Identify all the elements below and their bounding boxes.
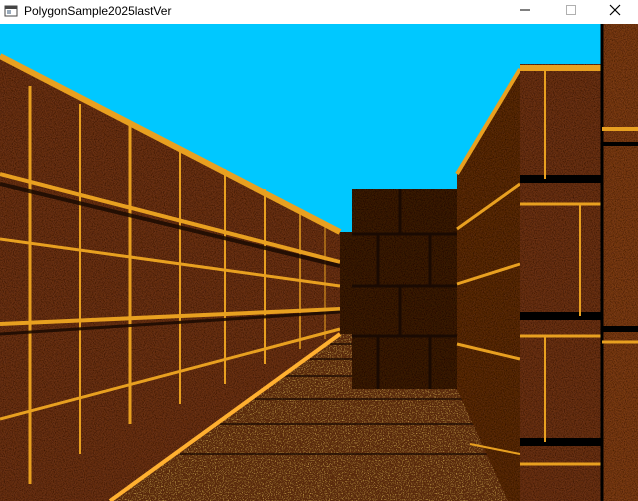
window-app-icon (4, 4, 18, 18)
title-bar[interactable]: PolygonSample2025lastVer (0, 0, 638, 24)
right-pillar (520, 64, 605, 501)
end-wall-block (352, 189, 457, 389)
maximize-icon (565, 3, 577, 21)
close-icon (609, 3, 621, 21)
application-window: PolygonSample2025lastVer (0, 0, 638, 501)
minimize-icon (519, 3, 531, 21)
dungeon-scene (0, 24, 638, 501)
game-viewport[interactable] (0, 24, 638, 501)
window-title: PolygonSample2025lastVer (24, 4, 172, 18)
far-wall (340, 232, 354, 334)
right-edge-wall (602, 24, 638, 501)
maximize-button[interactable] (548, 0, 594, 24)
minimize-button[interactable] (502, 0, 548, 24)
close-button[interactable] (592, 0, 638, 24)
